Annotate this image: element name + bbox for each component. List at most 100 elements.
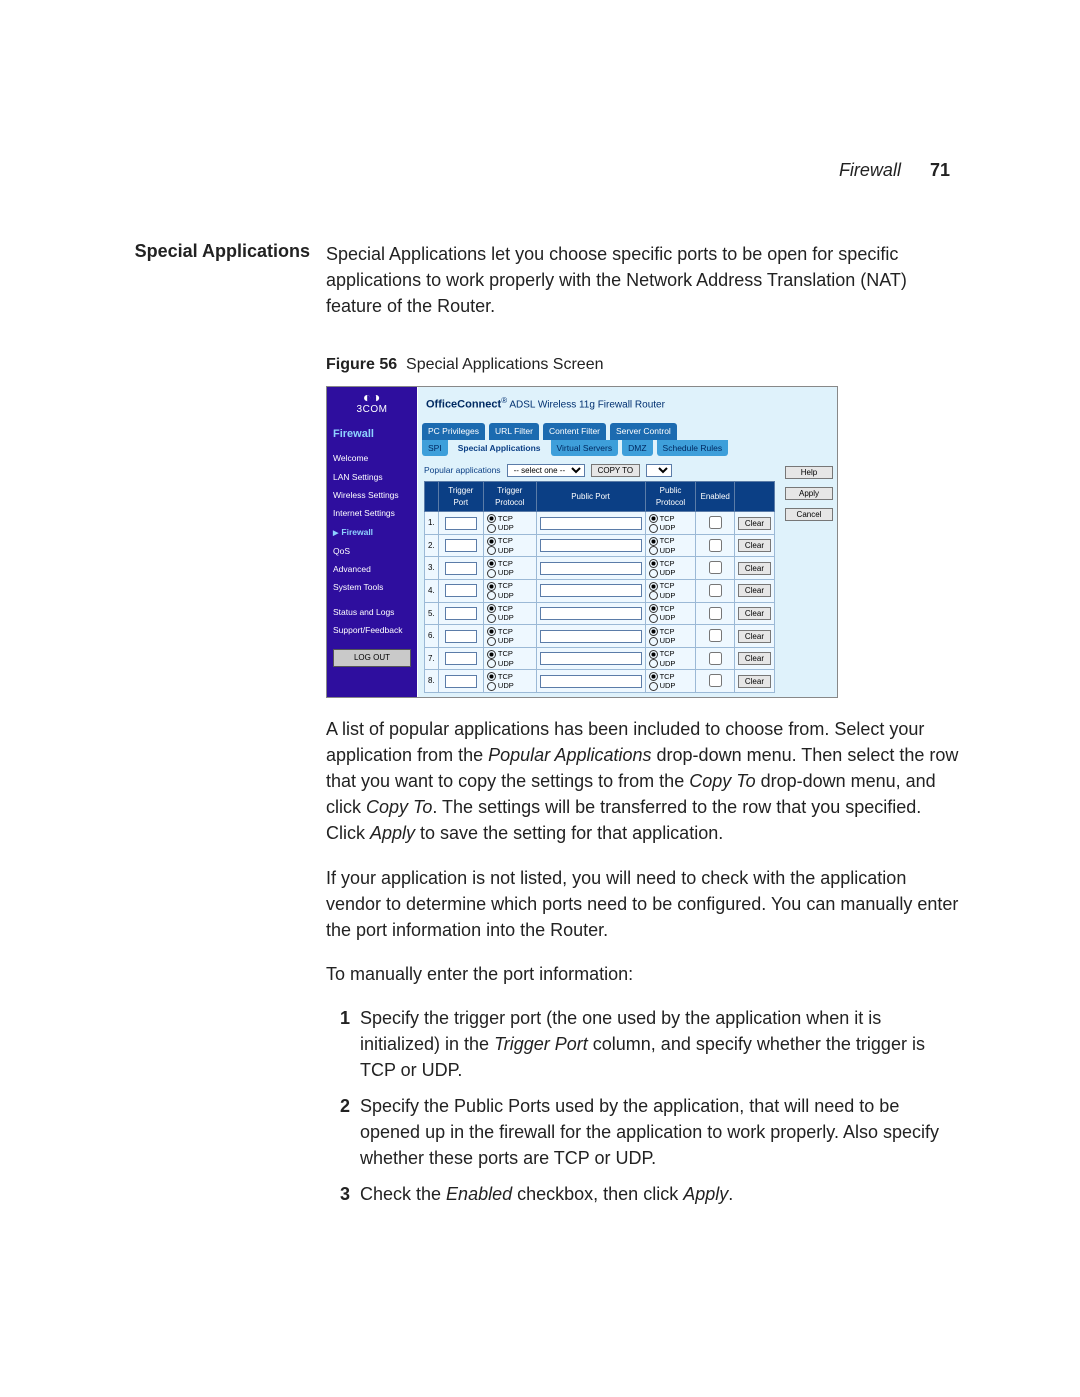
radio-icon[interactable] xyxy=(487,524,496,533)
sidebar-item[interactable]: Internet Settings xyxy=(327,504,417,522)
enabled-checkbox[interactable] xyxy=(709,674,722,687)
clear-button[interactable]: Clear xyxy=(738,584,771,597)
radio-icon[interactable] xyxy=(649,650,658,659)
enabled-checkbox[interactable] xyxy=(709,561,722,574)
help-button[interactable]: Help xyxy=(785,466,833,479)
clear-button[interactable]: Clear xyxy=(738,517,771,530)
table-header: Trigger Protocol xyxy=(483,482,536,512)
popular-apps-select[interactable]: -- select one -- xyxy=(507,464,585,477)
radio-icon[interactable] xyxy=(649,604,658,613)
radio-icon[interactable] xyxy=(487,627,496,636)
radio-icon[interactable] xyxy=(649,682,658,691)
radio-icon[interactable] xyxy=(487,637,496,646)
sidebar-item[interactable]: Wireless Settings xyxy=(327,486,417,504)
radio-icon[interactable] xyxy=(649,672,658,681)
clear-button[interactable]: Clear xyxy=(738,539,771,552)
radio-icon[interactable] xyxy=(649,614,658,623)
public-port-input[interactable] xyxy=(540,562,642,575)
radio-icon[interactable] xyxy=(487,614,496,623)
enabled-checkbox[interactable] xyxy=(709,652,722,665)
tab-top[interactable]: PC Privileges xyxy=(422,423,485,439)
public-port-input[interactable] xyxy=(540,584,642,597)
public-port-input[interactable] xyxy=(540,630,642,643)
page-header: Firewall 71 xyxy=(120,160,960,181)
trigger-port-input[interactable] xyxy=(445,652,477,665)
radio-icon[interactable] xyxy=(487,546,496,555)
section-heading: Special Applications xyxy=(120,241,326,319)
cancel-button[interactable]: Cancel xyxy=(785,508,833,521)
radio-icon[interactable] xyxy=(487,604,496,613)
tab-top[interactable]: Content Filter xyxy=(543,423,606,439)
radio-icon[interactable] xyxy=(649,627,658,636)
public-port-input[interactable] xyxy=(540,675,642,688)
trigger-port-input[interactable] xyxy=(445,675,477,688)
table-row: 1.TCPUDPTCPUDPClear xyxy=(425,512,775,535)
sidebar-item[interactable]: LAN Settings xyxy=(327,468,417,486)
sidebar-item[interactable]: Support/Feedback xyxy=(327,621,417,639)
trigger-port-input[interactable] xyxy=(445,584,477,597)
radio-icon[interactable] xyxy=(487,672,496,681)
tab-bottom[interactable]: Special Applications xyxy=(452,440,547,456)
trigger-port-input[interactable] xyxy=(445,517,477,530)
enabled-checkbox[interactable] xyxy=(709,629,722,642)
public-port-input[interactable] xyxy=(540,607,642,620)
enabled-checkbox[interactable] xyxy=(709,516,722,529)
trigger-port-input[interactable] xyxy=(445,562,477,575)
enabled-checkbox[interactable] xyxy=(709,607,722,620)
radio-icon[interactable] xyxy=(649,659,658,668)
radio-icon[interactable] xyxy=(487,659,496,668)
radio-icon[interactable] xyxy=(649,524,658,533)
public-port-input[interactable] xyxy=(540,652,642,665)
radio-icon[interactable] xyxy=(487,569,496,578)
copy-to-button[interactable]: COPY TO xyxy=(591,464,641,477)
tab-top[interactable]: Server Control xyxy=(610,423,677,439)
sidebar-item[interactable]: Firewall xyxy=(327,523,417,542)
clear-button[interactable]: Clear xyxy=(738,652,771,665)
radio-icon[interactable] xyxy=(487,514,496,523)
public-port-input[interactable] xyxy=(540,517,642,530)
enabled-checkbox[interactable] xyxy=(709,584,722,597)
radio-icon[interactable] xyxy=(649,582,658,591)
sidebar-item[interactable]: QoS xyxy=(327,542,417,560)
public-port-input[interactable] xyxy=(540,539,642,552)
radio-icon[interactable] xyxy=(649,514,658,523)
radio-icon[interactable] xyxy=(649,569,658,578)
sidebar-item[interactable]: Advanced xyxy=(327,560,417,578)
table-row: 7.TCPUDPTCPUDPClear xyxy=(425,647,775,670)
body-paragraph: A list of popular applications has been … xyxy=(326,716,960,846)
clear-button[interactable]: Clear xyxy=(738,607,771,620)
apply-button[interactable]: Apply xyxy=(785,487,833,500)
radio-icon[interactable] xyxy=(649,537,658,546)
trigger-port-input[interactable] xyxy=(445,630,477,643)
radio-icon[interactable] xyxy=(649,637,658,646)
tab-top[interactable]: URL Filter xyxy=(489,423,539,439)
clear-button[interactable]: Clear xyxy=(738,675,771,688)
radio-icon[interactable] xyxy=(487,682,496,691)
radio-icon[interactable] xyxy=(487,537,496,546)
tab-bottom[interactable]: SPI xyxy=(422,440,448,456)
clear-button[interactable]: Clear xyxy=(738,630,771,643)
clear-button[interactable]: Clear xyxy=(738,562,771,575)
radio-icon[interactable] xyxy=(649,546,658,555)
trigger-port-input[interactable] xyxy=(445,539,477,552)
sidebar-item[interactable]: System Tools xyxy=(327,578,417,596)
enabled-checkbox[interactable] xyxy=(709,539,722,552)
table-row: 3.TCPUDPTCPUDPClear xyxy=(425,557,775,580)
radio-icon[interactable] xyxy=(649,591,658,600)
radio-icon[interactable] xyxy=(487,591,496,600)
logout-button[interactable]: LOG OUT xyxy=(333,649,411,667)
radio-icon[interactable] xyxy=(487,650,496,659)
sidebar-item[interactable]: Welcome xyxy=(327,449,417,467)
sidebar-item[interactable]: Status and Logs xyxy=(327,603,417,621)
radio-icon[interactable] xyxy=(649,559,658,568)
tab-bottom[interactable]: Schedule Rules xyxy=(657,440,729,456)
tab-bottom[interactable]: DMZ xyxy=(622,440,652,456)
radio-icon[interactable] xyxy=(487,582,496,591)
copy-to-row-select[interactable] xyxy=(646,464,672,477)
table-header: Enabled xyxy=(696,482,734,512)
tab-bottom[interactable]: Virtual Servers xyxy=(551,440,619,456)
radio-icon[interactable] xyxy=(487,559,496,568)
trigger-port-input[interactable] xyxy=(445,607,477,620)
table-header xyxy=(425,482,439,512)
steps-list: 1Specify the trigger port (the one used … xyxy=(326,1005,960,1208)
